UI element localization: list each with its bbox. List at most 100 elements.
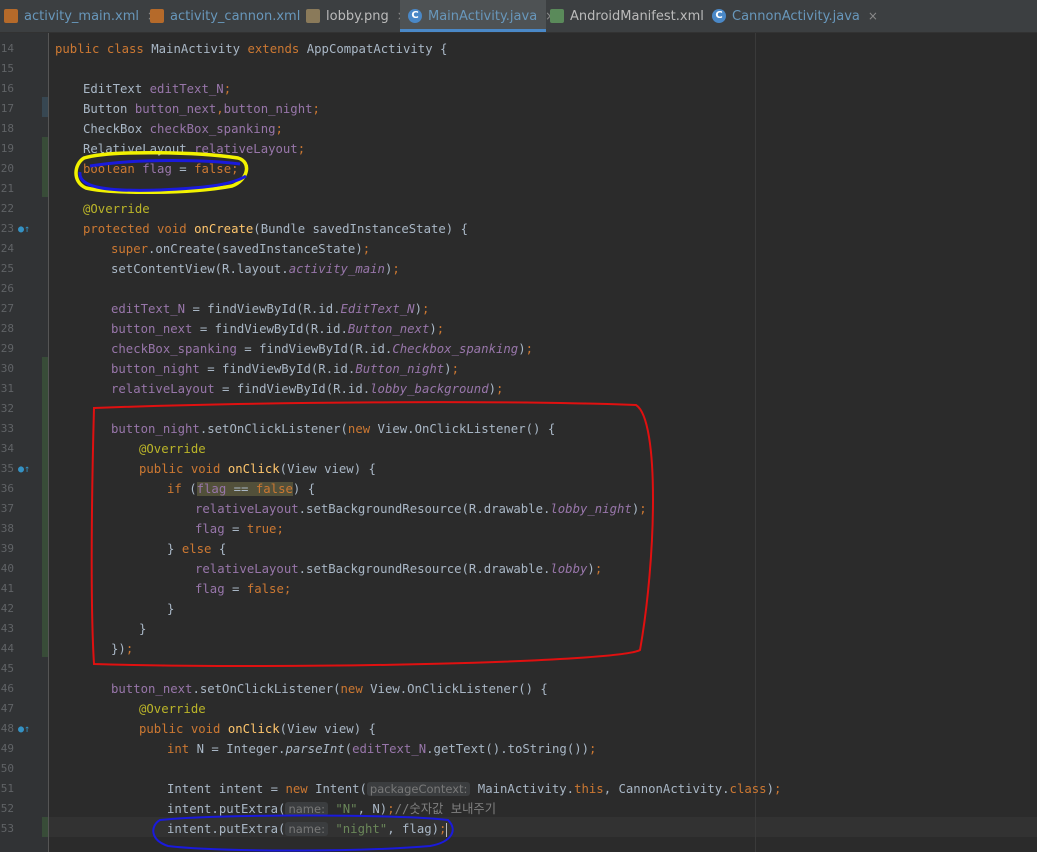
code-line-44[interactable]: }); (111, 639, 133, 659)
line-number[interactable]: 30 (0, 359, 14, 379)
line-number[interactable]: 38 (0, 519, 14, 539)
code-line-41[interactable]: flag = false; (195, 579, 291, 599)
code-line-43[interactable]: } (139, 619, 146, 639)
code-line-37[interactable]: relativeLayout.setBackgroundResource(R.d… (195, 499, 647, 519)
line-number[interactable]: 37 (0, 499, 14, 519)
line-number[interactable]: 31 (0, 379, 14, 399)
line-number[interactable]: 39 (0, 539, 14, 559)
line-number[interactable]: 15 (0, 59, 14, 79)
code-line-17[interactable]: Button button_next,button_night; (83, 99, 320, 119)
tab-lobby-png[interactable]: lobby.png × (302, 0, 407, 32)
line-number[interactable]: 47 (0, 699, 14, 719)
code-token: .onCreate(savedInstanceState) (148, 242, 363, 256)
code-line-38[interactable]: flag = true; (195, 519, 284, 539)
code-line-20[interactable]: boolean flag = false; (83, 159, 239, 179)
line-number[interactable]: 40 (0, 559, 14, 579)
vcs-change-marker[interactable] (42, 357, 48, 657)
line-number[interactable]: 35 (0, 459, 14, 479)
line-number[interactable]: 46 (0, 679, 14, 699)
code-token: onClick (227, 722, 280, 736)
line-number[interactable]: 26 (0, 279, 14, 299)
code-line-49[interactable]: int N = Integer.parseInt(editText_N.getT… (167, 739, 596, 759)
code-line-24[interactable]: super.onCreate(savedInstanceState); (111, 239, 370, 259)
code-line-46[interactable]: button_next.setOnClickListener(new View.… (111, 679, 548, 699)
line-number[interactable]: 45 (0, 659, 14, 679)
tab-activity-main-xml[interactable]: activity_main.xml × (0, 0, 157, 32)
line-number[interactable]: 21 (0, 179, 14, 199)
line-number[interactable]: 28 (0, 319, 14, 339)
code-line-16[interactable]: EditText editText_N; (83, 79, 231, 99)
code-line-36[interactable]: if (flag == false) { (167, 479, 315, 499)
code-line-31[interactable]: relativeLayout = findViewById(R.id.lobby… (111, 379, 503, 399)
code-line-25[interactable]: setContentView(R.layout.activity_main); (111, 259, 400, 279)
vcs-change-marker[interactable] (42, 817, 48, 837)
tab-main-activity-java[interactable]: C MainActivity.java × (400, 0, 555, 32)
line-number[interactable]: 49 (0, 739, 14, 759)
code-token: public class (55, 42, 152, 56)
line-number[interactable]: 34 (0, 439, 14, 459)
line-number[interactable]: 16 (0, 79, 14, 99)
line-number[interactable]: 33 (0, 419, 14, 439)
code-line-19[interactable]: RelativeLayout relativeLayout; (83, 139, 305, 159)
line-number[interactable]: 53 (0, 819, 14, 839)
code-line-27[interactable]: editText_N = findViewById(R.id.EditText_… (111, 299, 429, 319)
code-line-48[interactable]: public void onClick(View view) { (139, 719, 376, 739)
override-method-icon[interactable]: ●↑ (18, 724, 30, 736)
tab-android-manifest-xml[interactable]: AndroidManifest.xml × (548, 0, 722, 32)
code-line-35[interactable]: public void onClick(View view) { (139, 459, 376, 479)
line-number[interactable]: 20 (0, 159, 14, 179)
override-method-icon[interactable]: ●↑ (18, 224, 30, 236)
code-line-22[interactable]: @Override (83, 199, 150, 219)
line-number[interactable]: 51 (0, 779, 14, 799)
line-number[interactable]: 43 (0, 619, 14, 639)
code-line-51[interactable]: Intent intent = new Intent(packageContex… (167, 779, 781, 799)
code-line-30[interactable]: button_night = findViewById(R.id.Button_… (111, 359, 459, 379)
code-line-42[interactable]: } (167, 599, 174, 619)
code-line-28[interactable]: button_next = findViewById(R.id.Button_n… (111, 319, 444, 339)
code-line-47[interactable]: @Override (139, 699, 206, 719)
line-number[interactable]: 36 (0, 479, 14, 499)
code-line-14[interactable]: public class MainActivity extends AppCom… (55, 39, 447, 59)
line-number[interactable]: 18 (0, 119, 14, 139)
line-number[interactable]: 42 (0, 599, 14, 619)
code-line-52[interactable]: intent.putExtra(name: "N", N);//숫자값 보내주기 (167, 799, 496, 819)
line-number[interactable]: 23 (0, 219, 14, 239)
code-token: ; (594, 562, 603, 576)
close-icon[interactable]: × (868, 9, 878, 23)
code-line-39[interactable]: } else { (167, 539, 226, 559)
code-token: int (167, 742, 197, 756)
code-token: MainActivity (151, 42, 248, 56)
override-method-icon[interactable]: ●↑ (18, 464, 30, 476)
line-number[interactable]: 52 (0, 799, 14, 819)
line-number-gutter[interactable]: ●↑ ●↑ ●↑ 14 15 16 17 18 19 20 21 22 23 24 25 26 27 28 2… (0, 33, 49, 852)
tab-cannon-activity-java[interactable]: C CannonActivity.java × (708, 0, 878, 32)
tab-activity-cannon-xml[interactable]: activity_cannon.xml × (146, 0, 318, 32)
code-token: EditText_N (340, 302, 415, 316)
line-number[interactable]: 48 (0, 719, 14, 739)
line-number[interactable]: 14 (0, 39, 14, 59)
code-line-40[interactable]: relativeLayout.setBackgroundResource(R.d… (195, 559, 602, 579)
line-number[interactable]: 27 (0, 299, 14, 319)
code-line-29[interactable]: checkBox_spanking = findViewById(R.id.Ch… (111, 339, 533, 359)
parameter-hint: name: (285, 822, 328, 836)
code-line-23[interactable]: protected void onCreate(Bundle savedInst… (83, 219, 468, 239)
line-number[interactable]: 41 (0, 579, 14, 599)
code-line-53[interactable]: intent.putExtra(name: "night", flag); (167, 819, 448, 839)
code-line-34[interactable]: @Override (139, 439, 206, 459)
line-number[interactable]: 50 (0, 759, 14, 779)
code-token: flag (142, 162, 172, 176)
code-editor[interactable]: public class MainActivity extends AppCom… (49, 33, 1037, 852)
line-number[interactable]: 24 (0, 239, 14, 259)
line-number[interactable]: 32 (0, 399, 14, 419)
code-line-18[interactable]: CheckBox checkBox_spanking; (83, 119, 283, 139)
line-number[interactable]: 19 (0, 139, 14, 159)
line-number[interactable]: 22 (0, 199, 14, 219)
code-line-33[interactable]: button_night.setOnClickListener(new View… (111, 419, 555, 439)
line-number[interactable]: 44 (0, 639, 14, 659)
line-number[interactable]: 25 (0, 259, 14, 279)
line-number[interactable]: 17 (0, 99, 14, 119)
line-number[interactable]: 29 (0, 339, 14, 359)
vcs-change-marker[interactable] (42, 97, 48, 117)
code-token: == (226, 482, 256, 496)
vcs-change-marker[interactable] (42, 137, 48, 197)
